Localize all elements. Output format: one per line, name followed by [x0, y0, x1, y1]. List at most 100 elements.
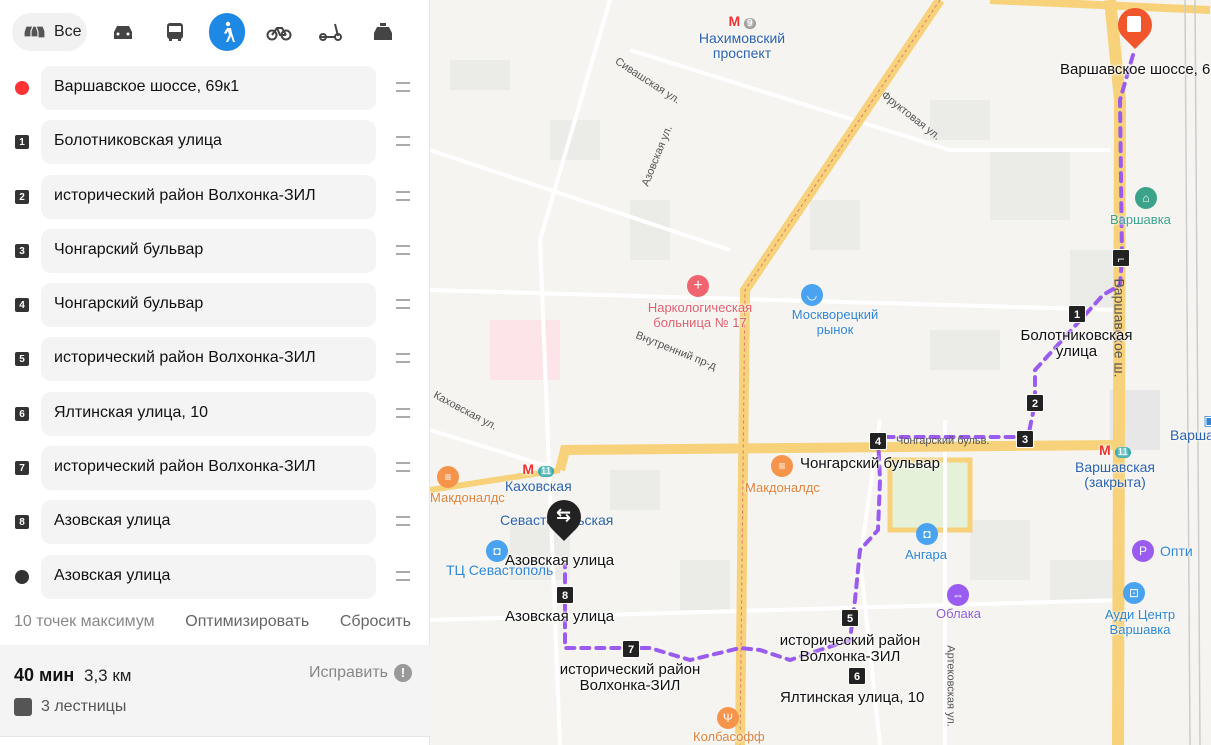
waypoint-marker: 4 [15, 298, 29, 312]
metro-kakhovskaya[interactable]: M 11 Каховская [505, 462, 572, 494]
drag-handle-icon[interactable] [396, 516, 410, 526]
mode-all-label: Все [54, 23, 82, 40]
drag-handle-icon[interactable] [396, 462, 410, 472]
hospital-icon[interactable]: + [687, 275, 709, 297]
route-summary[interactable]: 40 мин 3,3 км Исправить! 3 лестницы [0, 645, 430, 737]
waypoint-marker [15, 570, 29, 584]
bus-icon [166, 23, 183, 41]
pedestrian-icon [223, 21, 235, 42]
poi-audi[interactable]: Ауди Центр Варшавка [1100, 607, 1180, 637]
poi-narko[interactable]: Наркологическая больница № 17 [630, 300, 770, 330]
waypoint-row: 5 исторический район Волхонка-ЗИЛ [0, 337, 430, 381]
fix-route-button[interactable]: Исправить! [309, 664, 412, 682]
mode-walk-button[interactable] [209, 13, 245, 51]
poi-mac2[interactable]: Макдоналдс [745, 480, 820, 495]
route-actions: 10 точек максимум Оптимизировать Сбросит… [14, 613, 411, 631]
poi-varshavka[interactable]: Варшавка [1110, 212, 1171, 227]
waypoint-input[interactable]: Азовская улица [41, 500, 376, 544]
waypoint-row: 4 Чонгарский бульвар [0, 283, 430, 327]
waypoint-marker-2[interactable]: 2 [1026, 394, 1044, 412]
waypoint-input[interactable]: Чонгарский бульвар [41, 283, 376, 327]
route-label-8: Азовская улица [505, 608, 615, 625]
shopping-icon[interactable]: ◘ [916, 523, 938, 545]
route-distance: 3,3 км [84, 666, 132, 685]
car-service-icon[interactable]: ⊡ [1123, 582, 1145, 604]
mode-car-button[interactable] [105, 13, 140, 51]
map[interactable]: Сивашская ул. Азовская ул. Фруктовая ул.… [430, 0, 1211, 745]
route-label-start: Варшавское шоссе, 69к1 [1060, 61, 1211, 78]
drag-handle-icon[interactable] [396, 136, 410, 146]
poi-oblaka[interactable]: Облака [936, 606, 981, 621]
waypoint-row: 8 Азовская улица [0, 500, 430, 544]
waypoint-input[interactable]: Азовская улица [41, 555, 376, 599]
drag-handle-icon[interactable] [396, 245, 410, 255]
metro-varshavskaya[interactable]: M 11 Варшавская (закрыта) [1075, 443, 1155, 490]
waypoint-marker-8[interactable]: 8 [556, 586, 574, 604]
food-icon[interactable]: ≡ [437, 466, 459, 488]
taxi-icon [373, 23, 392, 40]
stairs-icon[interactable]: ⌐ [1112, 249, 1130, 267]
parking-icon[interactable]: P [1132, 540, 1154, 562]
restaurant-icon[interactable]: Ψ [717, 707, 739, 729]
market-icon[interactable]: ◡ [801, 284, 823, 306]
mode-transit-button[interactable] [157, 13, 192, 51]
car-icon [114, 26, 133, 39]
waypoint-input[interactable]: Чонгарский бульвар [41, 229, 376, 273]
waypoint-marker-7[interactable]: 7 [622, 640, 640, 658]
waypoint-input[interactable]: исторический район Волхонка-ЗИЛ [41, 446, 376, 490]
waypoint-row: 1 Болотниковская улица [0, 120, 430, 164]
drag-handle-icon[interactable] [396, 353, 410, 363]
waypoint-marker: 5 [15, 352, 29, 366]
mode-all-button[interactable]: Все [12, 13, 88, 51]
max-points-note: 10 точек максимум [14, 613, 155, 630]
waypoint-marker-3[interactable]: 3 [1016, 430, 1034, 448]
poi-market[interactable]: Москворецкий рынок [785, 307, 885, 337]
waypoint-input[interactable]: Ялтинская улица, 10 [41, 392, 376, 436]
mode-bike-button[interactable] [261, 13, 296, 51]
street-label: Чонгарский бульв. [896, 435, 990, 447]
waypoint-marker-6[interactable]: 6 [848, 667, 866, 685]
stairs-count: 3 лестницы [41, 698, 127, 715]
route-panel: Все Варшавское шоссе, 69к1 1 Болотниковс… [0, 0, 430, 745]
drag-handle-icon[interactable] [396, 408, 410, 418]
waypoint-marker: 8 [15, 515, 29, 529]
signpost-icon: ⇆ [556, 505, 572, 525]
reset-button[interactable]: Сбросить [340, 613, 411, 631]
stairs-icon [14, 698, 32, 716]
waypoint-input[interactable]: Болотниковская улица [41, 120, 376, 164]
optimize-button[interactable]: Оптимизировать [185, 613, 309, 631]
drag-handle-icon[interactable] [396, 191, 410, 201]
warning-icon: ! [394, 664, 412, 682]
poi-angara[interactable]: Ангара [905, 547, 947, 562]
museum-icon[interactable]: ⌂ [1135, 187, 1157, 209]
waypoint-marker-5[interactable]: 5 [841, 609, 859, 627]
waypoint-marker-1[interactable]: 1 [1068, 305, 1086, 323]
waypoint-marker: 6 [15, 407, 29, 421]
route-label-7: исторический район Волхонка-ЗИЛ [559, 661, 701, 694]
waypoint-row: 3 Чонгарский бульвар [0, 229, 430, 273]
fix-label: Исправить [308, 664, 388, 681]
fitness-icon[interactable]: ⇔ [947, 584, 969, 606]
waypoint-input[interactable]: исторический район Волхонка-ЗИЛ [41, 337, 376, 381]
waypoint-row: 2 исторический район Волхонка-ЗИЛ [0, 175, 430, 219]
poi-opti[interactable]: Опти [1160, 544, 1193, 559]
waypoint-row: Варшавское шоссе, 69к1 [0, 66, 430, 110]
mode-scooter-button[interactable] [313, 13, 348, 51]
waypoint-marker-4[interactable]: 4 [869, 432, 887, 450]
waypoint-input[interactable]: исторический район Волхонка-ЗИЛ [41, 175, 376, 219]
mode-taxi-button[interactable] [365, 13, 400, 51]
route-label-5: исторический район Волхонка-ЗИЛ [779, 632, 921, 665]
drag-handle-icon[interactable] [396, 571, 410, 581]
waypoint-row: 7 исторический район Волхонка-ЗИЛ [0, 446, 430, 490]
rail-varshavskaya[interactable]: ▣Варшавская [1170, 413, 1211, 443]
drag-handle-icon[interactable] [396, 299, 410, 309]
drag-handle-icon[interactable] [396, 82, 410, 92]
metro-nakhimovsky[interactable]: M 9 Нахимовский проспект [692, 14, 792, 61]
food-icon[interactable]: ≡ [771, 455, 793, 477]
route-label-end: Азовская улица [505, 552, 615, 569]
building-icon [1127, 16, 1141, 32]
poi-kolb[interactable]: Колбасофф [693, 729, 765, 744]
street-label: Артековская ул. [944, 645, 957, 727]
poi-mac1[interactable]: Макдоналдс [430, 490, 505, 505]
waypoint-input[interactable]: Варшавское шоссе, 69к1 [41, 66, 376, 110]
